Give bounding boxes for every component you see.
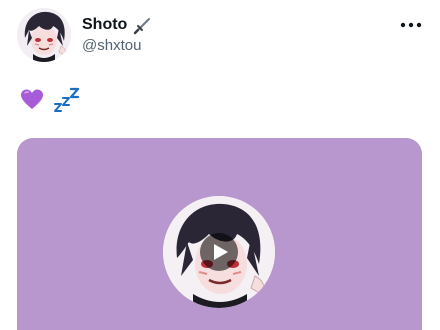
play-icon — [213, 244, 228, 260]
post-text — [20, 86, 80, 114]
author-handle[interactable]: @shxtou — [82, 36, 141, 56]
dagger-icon — [133, 15, 153, 35]
video-media-card[interactable] — [17, 138, 422, 330]
profile-avatar[interactable] — [17, 8, 71, 62]
avatar-illustration — [17, 8, 71, 62]
more-options-button[interactable] — [396, 14, 426, 36]
author-name-row[interactable]: Shoto — [82, 14, 153, 36]
zzz-icon — [52, 86, 80, 114]
play-button[interactable] — [200, 233, 238, 271]
more-horizontal-icon — [400, 22, 422, 28]
display-name[interactable]: Shoto — [82, 14, 127, 36]
post-card: Shoto @shxtou — [0, 0, 440, 330]
purple-heart-icon — [20, 88, 44, 112]
